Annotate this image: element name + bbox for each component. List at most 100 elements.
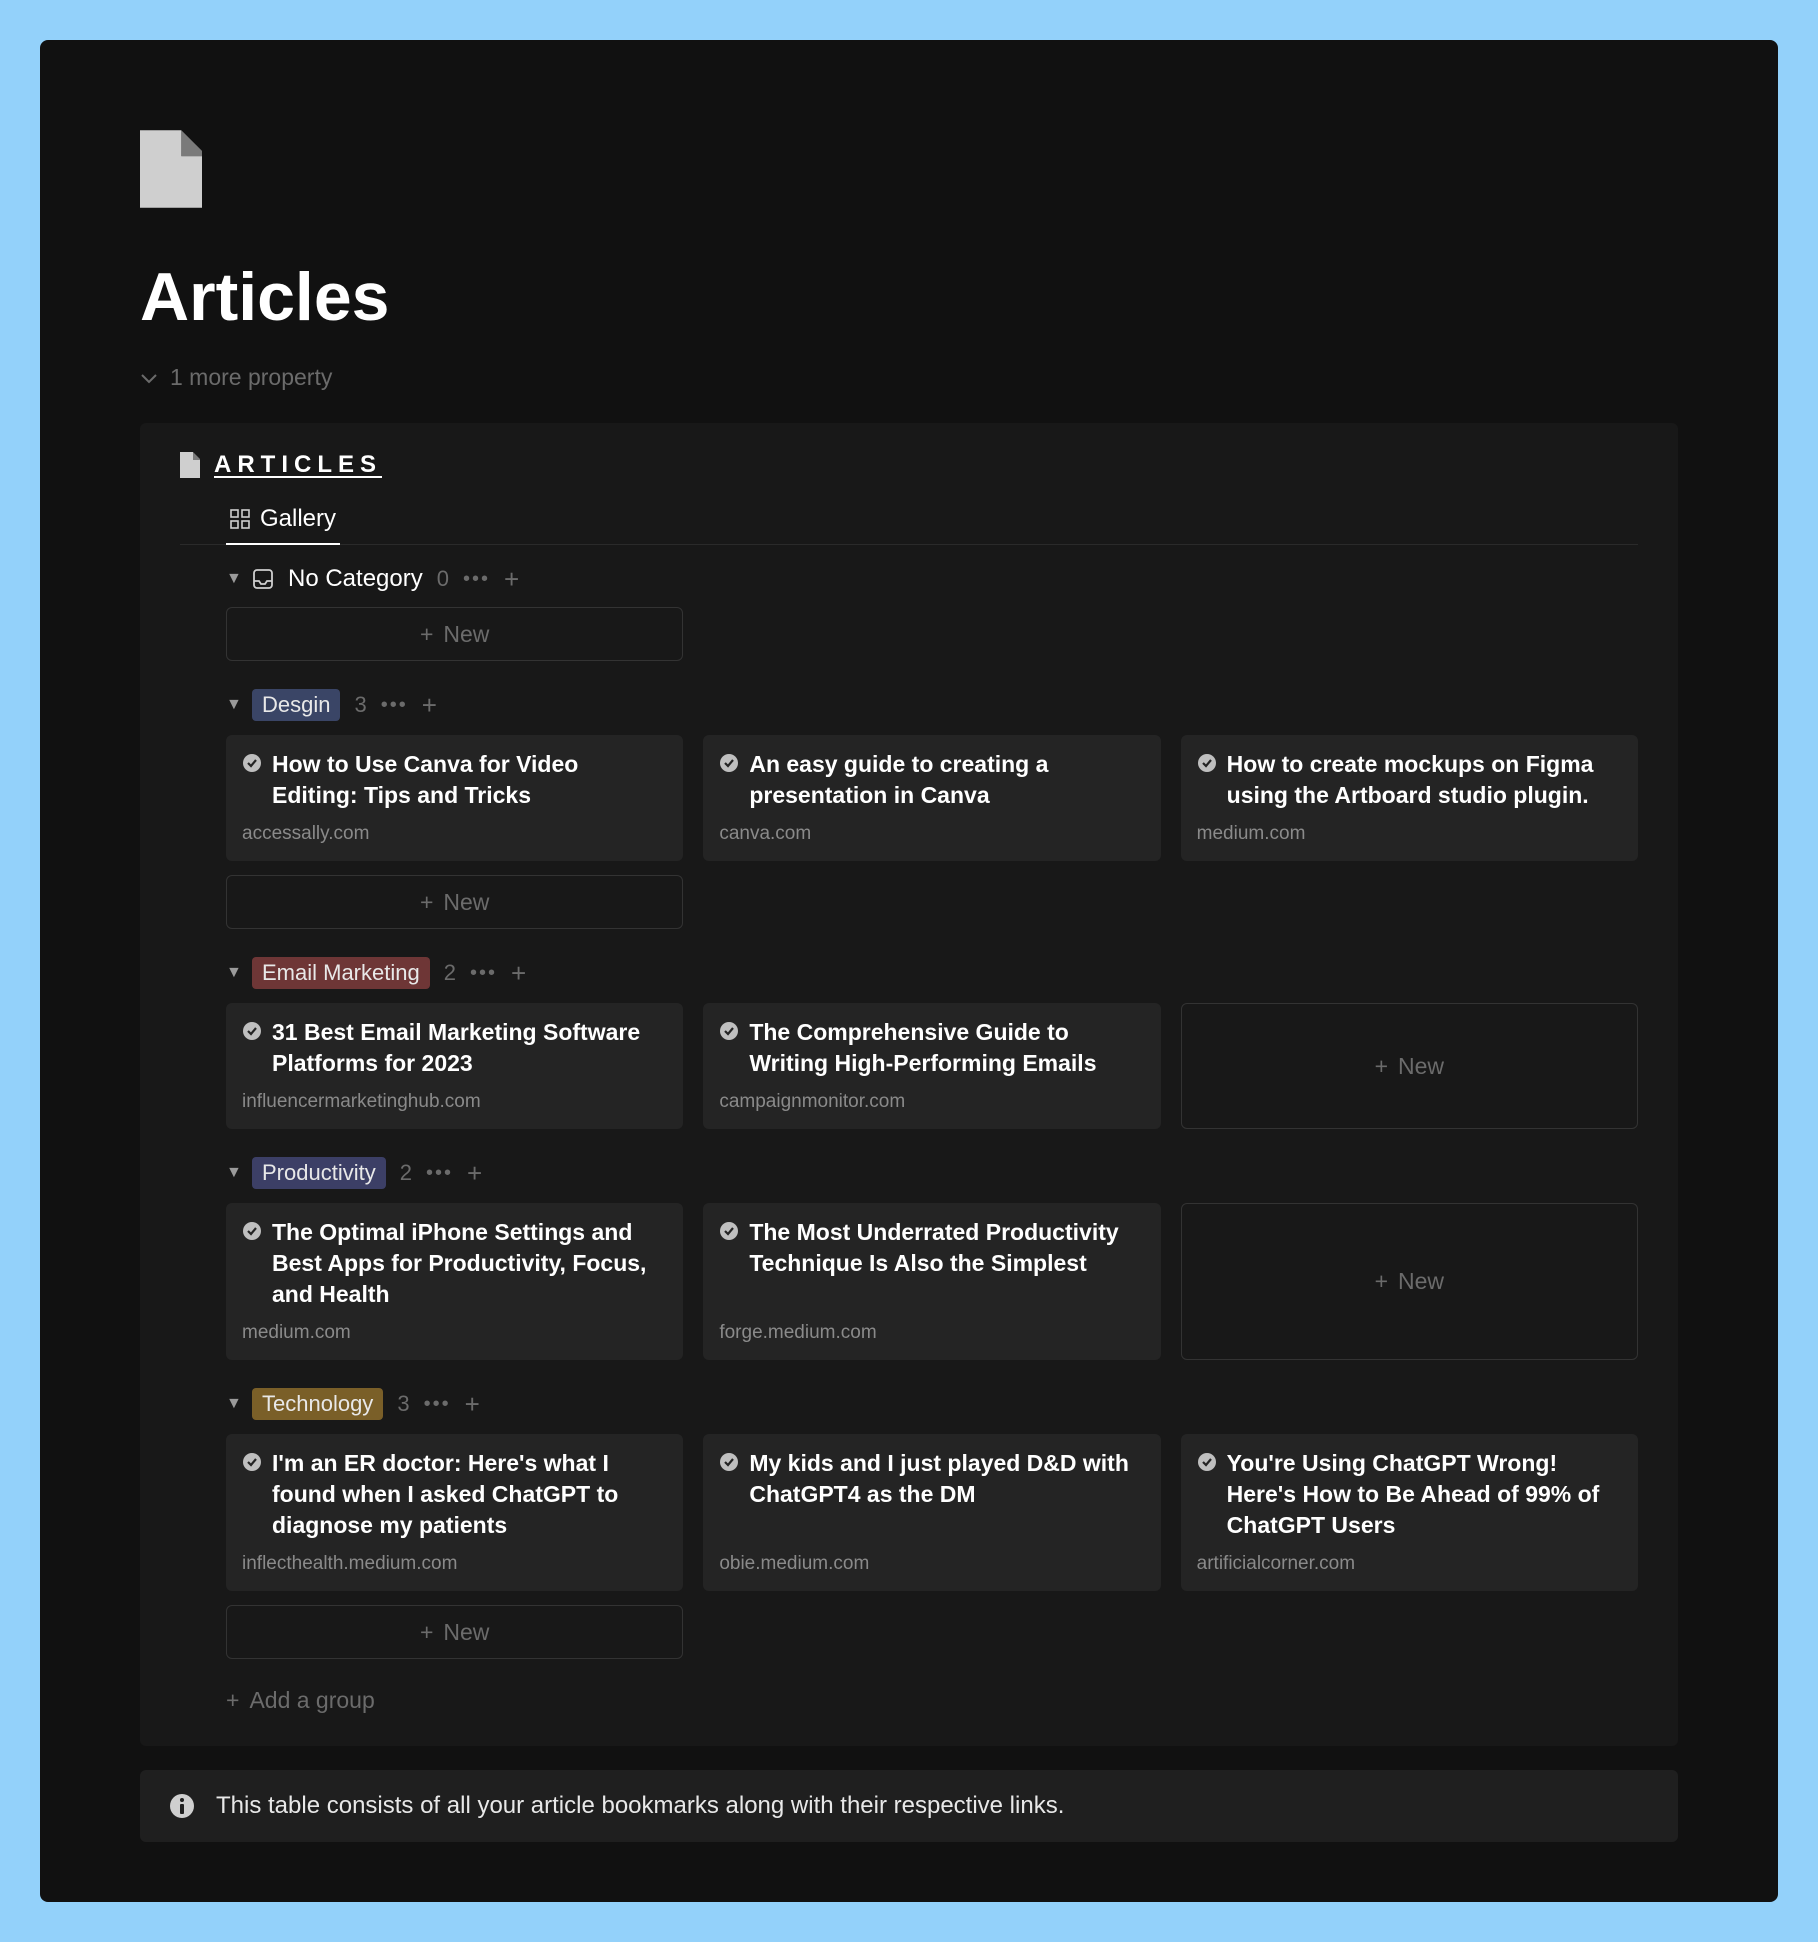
plus-icon: + <box>226 1687 239 1714</box>
check-circle-icon <box>1197 753 1217 773</box>
card-title-row: My kids and I just played D&D with ChatG… <box>719 1448 1144 1510</box>
new-card-button[interactable]: + New <box>226 875 683 929</box>
group-productivity: ▼ Productivity 2 ••• + The Optimal iPhon… <box>180 1157 1638 1360</box>
triangle-down-icon[interactable]: ▼ <box>226 1164 238 1182</box>
group-header[interactable]: ▼ Desgin 3 ••• + <box>226 689 1638 721</box>
add-group-label: Add a group <box>249 1687 374 1714</box>
triangle-down-icon[interactable]: ▼ <box>226 570 238 588</box>
callout: This table consists of all your article … <box>140 1770 1678 1842</box>
add-card-button[interactable]: + <box>467 1160 482 1186</box>
card-title: I'm an ER doctor: Here's what I found wh… <box>272 1448 667 1541</box>
new-card-button[interactable]: + New <box>1181 1203 1638 1360</box>
group-count: 3 <box>354 692 366 718</box>
card[interactable]: You're Using ChatGPT Wrong! Here's How t… <box>1181 1434 1638 1591</box>
new-card-button[interactable]: + New <box>226 1605 683 1659</box>
card[interactable]: 31 Best Email Marketing Software Platfor… <box>226 1003 683 1129</box>
check-circle-icon <box>719 1021 739 1041</box>
check-circle-icon <box>1197 1452 1217 1472</box>
more-button[interactable]: ••• <box>470 962 497 985</box>
card[interactable]: How to Use Canva for Video Editing: Tips… <box>226 735 683 861</box>
cards-row: I'm an ER doctor: Here's what I found wh… <box>226 1434 1638 1591</box>
group-actions: ••• + <box>381 692 437 718</box>
triangle-down-icon[interactable]: ▼ <box>226 696 238 714</box>
group-count: 2 <box>444 960 456 986</box>
group-name: No Category <box>288 565 423 593</box>
card-source: artificialcorner.com <box>1197 1553 1622 1575</box>
group-nocat: ▼ No Category 0 ••• + + New <box>180 565 1638 661</box>
check-circle-icon <box>242 1452 262 1472</box>
card[interactable]: The Most Underrated Productivity Techniq… <box>703 1203 1160 1360</box>
group-tag: Productivity <box>252 1157 386 1189</box>
group-design: ▼ Desgin 3 ••• + How to Use Canva for Vi… <box>180 689 1638 929</box>
db-header[interactable]: ARTICLES <box>180 451 1638 479</box>
check-circle-icon <box>242 753 262 773</box>
card-title-row: The Most Underrated Productivity Techniq… <box>719 1217 1144 1279</box>
card-source: canva.com <box>719 823 1144 845</box>
more-properties-toggle[interactable]: 1 more property <box>140 364 1678 391</box>
group-actions: ••• + <box>424 1391 480 1417</box>
check-circle-icon <box>242 1021 262 1041</box>
page-icon <box>140 130 202 208</box>
card-title: 31 Best Email Marketing Software Platfor… <box>272 1017 667 1079</box>
new-label: New <box>1398 1053 1444 1080</box>
more-button[interactable]: ••• <box>426 1162 453 1185</box>
card-source: medium.com <box>242 1322 667 1344</box>
add-card-button[interactable]: + <box>504 566 519 592</box>
group-header[interactable]: ▼ Technology 3 ••• + <box>226 1388 1638 1420</box>
new-label: New <box>1398 1268 1444 1295</box>
new-card-button[interactable]: +New <box>1181 1003 1638 1129</box>
card[interactable]: How to create mockups on Figma using the… <box>1181 735 1638 861</box>
card[interactable]: The Comprehensive Guide to Writing High-… <box>703 1003 1160 1129</box>
card-title-row: How to create mockups on Figma using the… <box>1197 749 1622 811</box>
more-properties-label: 1 more property <box>170 364 332 391</box>
card[interactable]: An easy guide to creating a presentation… <box>703 735 1160 861</box>
card-title: You're Using ChatGPT Wrong! Here's How t… <box>1227 1448 1622 1541</box>
add-card-button[interactable]: + <box>465 1391 480 1417</box>
callout-text: This table consists of all your article … <box>216 1792 1064 1820</box>
triangle-down-icon[interactable]: ▼ <box>226 964 238 982</box>
group-tag: Technology <box>252 1388 383 1420</box>
page-container: Articles 1 more property ARTICLES Gal <box>40 40 1778 1902</box>
plus-icon: + <box>1375 1268 1388 1295</box>
group-header[interactable]: ▼ No Category 0 ••• + <box>226 565 1638 593</box>
card-title: The Optimal iPhone Settings and Best App… <box>272 1217 667 1310</box>
card-source: accessally.com <box>242 823 667 845</box>
add-card-button[interactable]: + <box>422 692 437 718</box>
card-title-row: How to Use Canva for Video Editing: Tips… <box>242 749 667 811</box>
more-button[interactable]: ••• <box>381 694 408 717</box>
more-button[interactable]: ••• <box>424 1393 451 1416</box>
group-actions: ••• + <box>463 566 519 592</box>
cards-row: How to Use Canva for Video Editing: Tips… <box>226 735 1638 861</box>
new-label: New <box>443 1619 489 1646</box>
new-card-button[interactable]: + New <box>226 607 683 661</box>
card-title-row: The Comprehensive Guide to Writing High-… <box>719 1017 1144 1079</box>
info-icon <box>168 1792 196 1820</box>
card-title: The Most Underrated Productivity Techniq… <box>749 1217 1144 1279</box>
card-title-row: 31 Best Email Marketing Software Platfor… <box>242 1017 667 1079</box>
card[interactable]: My kids and I just played D&D with ChatG… <box>703 1434 1160 1591</box>
card-title: How to Use Canva for Video Editing: Tips… <box>272 749 667 811</box>
card[interactable]: The Optimal iPhone Settings and Best App… <box>226 1203 683 1360</box>
group-header[interactable]: ▼ Productivity 2 ••• + <box>226 1157 1638 1189</box>
group-tag: Desgin <box>252 689 340 721</box>
group-actions: ••• + <box>426 1160 482 1186</box>
add-card-button[interactable]: + <box>511 960 526 986</box>
card[interactable]: I'm an ER doctor: Here's what I found wh… <box>226 1434 683 1591</box>
group-actions: ••• + <box>470 960 526 986</box>
db-title: ARTICLES <box>214 451 382 479</box>
triangle-down-icon[interactable]: ▼ <box>226 1395 238 1413</box>
plus-icon: + <box>420 1619 433 1646</box>
cards-row: The Optimal iPhone Settings and Best App… <box>226 1203 1638 1360</box>
chevron-down-icon <box>140 372 158 384</box>
plus-icon: + <box>420 889 433 916</box>
group-count: 2 <box>400 1160 412 1186</box>
check-circle-icon <box>719 1221 739 1241</box>
new-label: New <box>443 621 489 648</box>
group-header[interactable]: ▼ Email Marketing 2 ••• + <box>226 957 1638 989</box>
add-group-button[interactable]: + Add a group <box>180 1687 1638 1714</box>
card-title: The Comprehensive Guide to Writing High-… <box>749 1017 1144 1079</box>
more-button[interactable]: ••• <box>463 568 490 591</box>
tab-gallery[interactable]: Gallery <box>226 495 340 545</box>
card-title-row: The Optimal iPhone Settings and Best App… <box>242 1217 667 1310</box>
check-circle-icon <box>719 1452 739 1472</box>
